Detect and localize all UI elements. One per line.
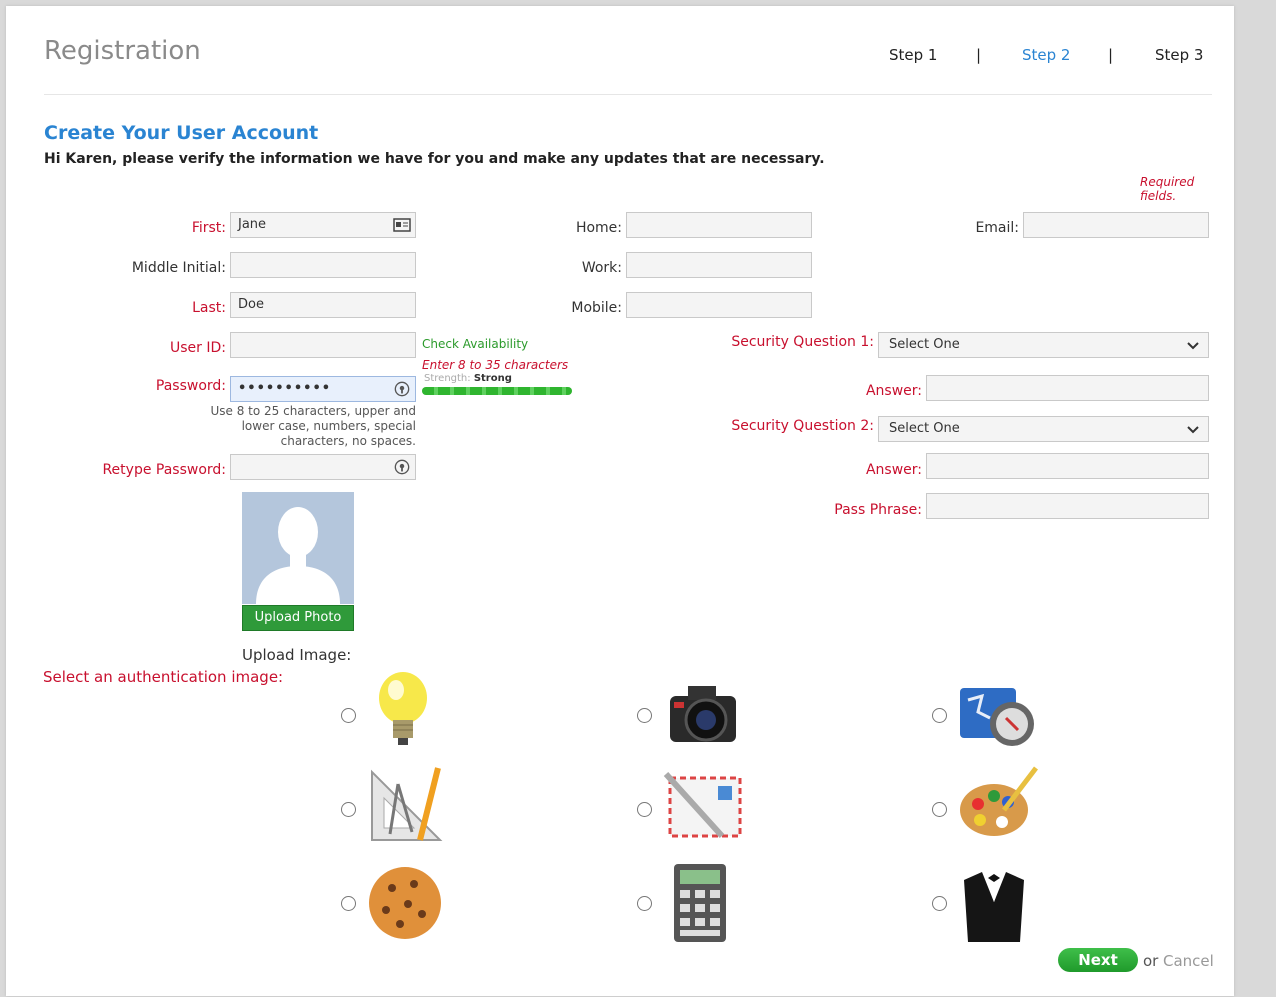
step-1[interactable]: Step 1 (889, 46, 937, 64)
work-phone-label: Work: (581, 260, 622, 276)
page-title: Registration (44, 36, 201, 66)
step-3[interactable]: Step 3 (1155, 46, 1203, 64)
answer-2-label: Answer: (865, 462, 922, 478)
strength-label: Strength: (424, 373, 471, 384)
or-text: or (1143, 952, 1159, 970)
step-separator: | (1108, 46, 1114, 64)
auth-radio-map[interactable] (932, 708, 947, 723)
required-fields-note: Required fields. (1140, 175, 1195, 203)
reveal-password-icon[interactable] (393, 459, 411, 475)
mail-pen-icon (663, 771, 742, 839)
email-label: Email: (975, 220, 1019, 236)
retype-password-label: Retype Password: (102, 462, 226, 478)
auth-radio-cookie[interactable] (341, 896, 356, 911)
password-label: Password: (155, 378, 226, 394)
auth-radio-mail[interactable] (637, 802, 652, 817)
security-question-2-value: Select One (889, 421, 960, 436)
password-strength-fill (422, 387, 572, 395)
home-phone-label: Home: (575, 220, 622, 236)
security-question-2-label: Security Question 2: (731, 418, 874, 434)
lightbulb-icon (379, 672, 427, 745)
contact-card-icon[interactable] (393, 217, 411, 233)
middle-initial-field[interactable] (230, 252, 416, 278)
first-name-field[interactable]: Jane (230, 212, 416, 238)
strength-value: Strong (473, 373, 512, 384)
work-phone-field[interactable] (626, 252, 812, 278)
intro-text: Hi Karen, please verify the information … (44, 151, 825, 167)
password-value: •••••••••• (238, 381, 332, 396)
check-availability-link[interactable]: Check Availability (422, 337, 528, 351)
tuxedo-icon (964, 872, 1024, 942)
registration-page: Registration Step 1 | Step 2 | Step 3 Cr… (6, 6, 1234, 996)
cookie-icon (369, 867, 441, 939)
password-field[interactable]: •••••••••• (230, 376, 416, 402)
password-strength-text: Strength: Strong (424, 373, 512, 384)
password-help-line: lower case, numbers, special (241, 419, 416, 433)
drafting-tools-icon (371, 767, 443, 841)
calculator-icon (674, 864, 726, 942)
auth-radio-palette[interactable] (932, 802, 947, 817)
last-name-field[interactable]: Doe (230, 292, 416, 318)
user-id-label: User ID: (170, 340, 226, 356)
auth-radio-camera[interactable] (637, 708, 652, 723)
reveal-password-icon[interactable] (393, 381, 411, 397)
header-divider (44, 94, 1212, 95)
security-question-1-label: Security Question 1: (731, 334, 874, 350)
last-name-label: Last: (192, 300, 226, 316)
answer-1-label: Answer: (865, 383, 922, 399)
mobile-phone-field[interactable] (626, 292, 812, 318)
map-compass-icon (960, 688, 1034, 746)
pass-phrase-label: Pass Phrase: (834, 502, 922, 518)
next-button[interactable]: Next (1058, 948, 1138, 972)
upload-photo-button[interactable]: Upload Photo (242, 605, 354, 631)
password-help-line: Use 8 to 25 characters, upper and (210, 404, 416, 418)
chevron-down-icon (1187, 426, 1199, 434)
middle-initial-label: Middle Initial: (131, 260, 226, 276)
first-name-value: Jane (238, 217, 267, 232)
user-id-hint: Enter 8 to 35 characters (422, 358, 569, 372)
cancel-link[interactable]: Cancel (1163, 952, 1214, 970)
user-id-field[interactable] (230, 332, 416, 358)
step-separator: | (976, 46, 982, 64)
step-2-active[interactable]: Step 2 (1022, 46, 1070, 64)
chevron-down-icon (1187, 342, 1199, 350)
mobile-phone-label: Mobile: (571, 300, 622, 316)
auth-image-label: Select an authentication image: (43, 668, 284, 686)
answer-1-field[interactable] (926, 375, 1209, 401)
auth-radio-drafting[interactable] (341, 802, 356, 817)
last-name-value: Doe (238, 297, 264, 312)
password-help-line: characters, no spaces. (280, 434, 416, 448)
password-strength-meter (422, 387, 572, 395)
upload-image-label: Upload Image: (242, 646, 352, 664)
paint-palette-icon (960, 766, 1038, 836)
auth-radio-calculator[interactable] (637, 896, 652, 911)
auth-radio-lightbulb[interactable] (341, 708, 356, 723)
avatar-placeholder (242, 492, 354, 604)
section-title: Create Your User Account (44, 122, 319, 144)
camera-icon (670, 686, 736, 742)
security-question-1-value: Select One (889, 337, 960, 352)
auth-radio-tuxedo[interactable] (932, 896, 947, 911)
pass-phrase-field[interactable] (926, 493, 1209, 519)
home-phone-field[interactable] (626, 212, 812, 238)
password-help: Use 8 to 25 characters, upper and lower … (186, 404, 416, 449)
person-silhouette-icon (242, 492, 354, 604)
first-name-label: First: (191, 220, 226, 236)
security-question-1-select[interactable]: Select One (878, 332, 1209, 358)
email-field[interactable] (1023, 212, 1209, 238)
security-question-2-select[interactable]: Select One (878, 416, 1209, 442)
retype-password-field[interactable] (230, 454, 416, 480)
answer-2-field[interactable] (926, 453, 1209, 479)
